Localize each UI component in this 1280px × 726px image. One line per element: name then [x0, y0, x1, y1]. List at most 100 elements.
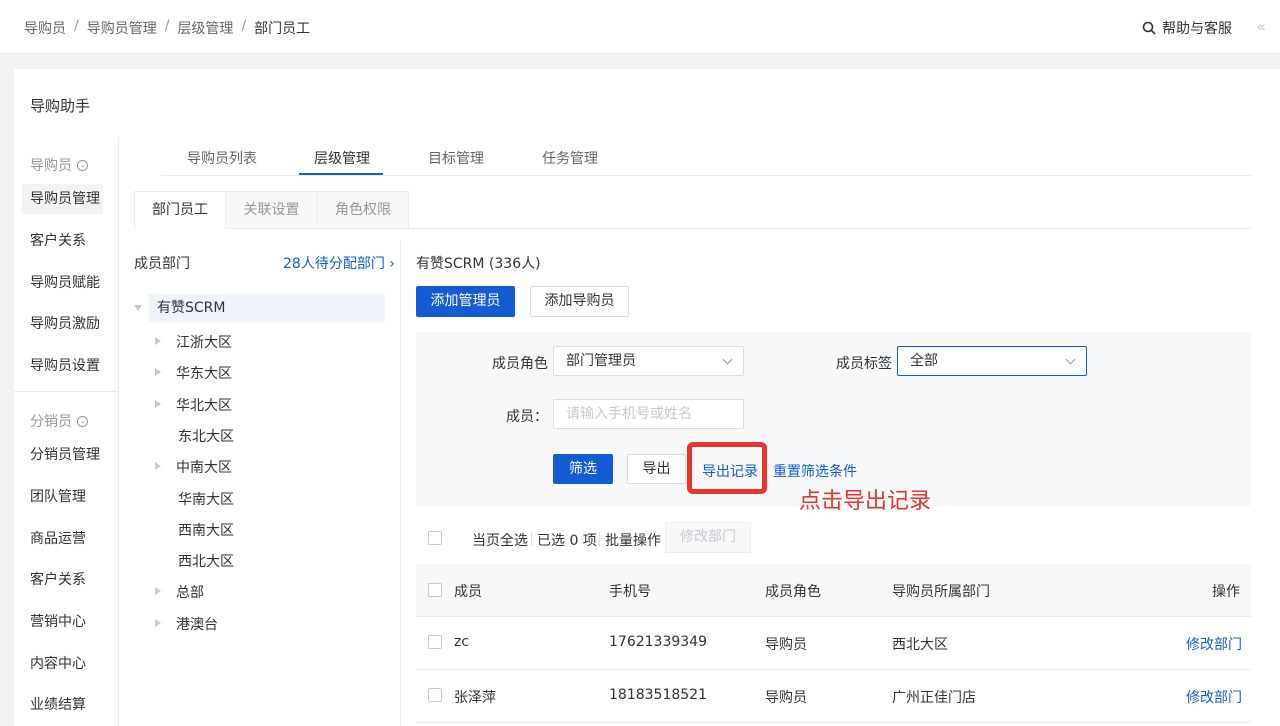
- breadcrumb-item-hierarchy[interactable]: 层级管理: [177, 18, 233, 38]
- caret-right-icon[interactable]: [155, 337, 161, 345]
- col-phone: 手机号: [609, 584, 651, 600]
- unassigned-members-link[interactable]: 28人待分配部门 ›: [283, 253, 395, 273]
- table-row: zc 17621339349 导购员 西北大区 修改部门: [416, 617, 1251, 670]
- select-page-checkbox[interactable]: [428, 531, 442, 545]
- tab-tasks[interactable]: 任务管理: [542, 148, 598, 168]
- modify-dept-link[interactable]: 修改部门: [1186, 687, 1242, 707]
- cell-member: zc: [454, 634, 470, 650]
- breadcrumb: 导购员 / 导购员管理 / 层级管理 / 部门员工: [24, 18, 310, 38]
- nav-item-customer-relations-2[interactable]: 客户关系: [22, 565, 103, 595]
- divider: [599, 532, 600, 546]
- modify-dept-link[interactable]: 修改部门: [1186, 634, 1242, 654]
- tree-node[interactable]: 港澳台: [176, 614, 218, 634]
- tab-guide-list[interactable]: 导购员列表: [187, 148, 257, 168]
- tag-select-value: 全部: [910, 353, 938, 369]
- cell-phone: 18183518521: [609, 687, 707, 703]
- top-bar: 导购员 / 导购员管理 / 层级管理 / 部门员工 帮助与客服 «: [0, 0, 1280, 54]
- breadcrumb-separator: /: [164, 18, 170, 34]
- caret-right-icon[interactable]: [155, 400, 161, 408]
- tree-node[interactable]: 东北大区: [178, 426, 234, 446]
- breadcrumb-separator: /: [241, 18, 247, 34]
- org-title: 有赞SCRM (336人): [416, 256, 541, 272]
- reset-filters-link[interactable]: 重置筛选条件: [773, 461, 857, 481]
- nav-item-performance-settlement[interactable]: 业绩结算: [22, 690, 103, 720]
- role-select[interactable]: 部门管理员: [553, 346, 744, 376]
- breadcrumb-item-guide-management[interactable]: 导购员管理: [87, 18, 157, 38]
- batch-bar: 当页全选 已选 0 项 批量操作 修改部门: [416, 522, 1251, 554]
- cell-department: 西北大区: [892, 637, 948, 653]
- tab-department-staff[interactable]: 部门员工: [134, 191, 226, 230]
- tree-node[interactable]: 华北大区: [176, 395, 232, 415]
- left-nav: 导购员 ⌄ 导购员管理 客户关系 导购员赋能 导购员激励 导购员设置 分销员 ⌄…: [14, 137, 119, 726]
- nav-divider: [14, 391, 119, 392]
- caret-right-icon[interactable]: [155, 619, 161, 627]
- col-member: 成员: [454, 584, 482, 600]
- tree-node[interactable]: 西南大区: [178, 520, 234, 540]
- chevron-down-icon: [1065, 354, 1076, 365]
- nav-item-guide-management[interactable]: 导购员管理: [22, 184, 103, 214]
- tree-node[interactable]: 华东大区: [176, 363, 232, 383]
- tab-hierarchy[interactable]: 层级管理: [314, 148, 370, 168]
- tab-targets[interactable]: 目标管理: [428, 148, 484, 168]
- cell-phone: 17621339349: [609, 634, 707, 650]
- nav-group-guide[interactable]: 导购员 ⌄: [30, 155, 88, 175]
- sub-tabs: 部门员工 关联设置 角色权限: [134, 191, 1251, 230]
- tab-association-settings[interactable]: 关联设置: [225, 191, 318, 229]
- annotation-text: 点击导出记录: [799, 489, 932, 514]
- nav-item-guide-incentive[interactable]: 导购员激励: [22, 309, 103, 339]
- cell-department: 广州正佳门店: [892, 690, 976, 706]
- row-checkbox[interactable]: [428, 688, 442, 702]
- breadcrumb-item-guide[interactable]: 导购员: [24, 18, 66, 38]
- nav-group-distributor[interactable]: 分销员 ⌄: [30, 411, 88, 431]
- member-search-input[interactable]: [553, 399, 744, 429]
- tree-node[interactable]: 西北大区: [178, 551, 234, 571]
- highlight-annotation-box: [687, 442, 767, 494]
- nav-item-content-center[interactable]: 内容中心: [22, 649, 103, 679]
- nav-group-label: 分销员: [30, 414, 72, 430]
- chevron-down-icon: ⌄: [77, 159, 88, 171]
- col-department: 导购员所属部门: [892, 584, 990, 600]
- tree-node[interactable]: 中南大区: [176, 457, 232, 477]
- table-header: 成员 手机号 成员角色 导购员所属部门 操作: [416, 564, 1251, 617]
- tab-role-permissions[interactable]: 角色权限: [317, 191, 409, 229]
- cell-role: 导购员: [765, 690, 807, 706]
- row-checkbox[interactable]: [428, 635, 442, 649]
- batch-ops-label: 批量操作: [605, 533, 661, 549]
- export-button[interactable]: 导出: [627, 454, 686, 484]
- col-actions: 操作: [1212, 584, 1240, 600]
- nav-item-product-operations[interactable]: 商品运营: [22, 524, 103, 554]
- help-label: 帮助与客服: [1162, 21, 1232, 37]
- select-page-label: 当页全选: [472, 533, 528, 549]
- caret-right-icon[interactable]: [155, 368, 161, 376]
- role-label: 成员角色: [492, 356, 548, 372]
- nav-item-guide-enablement[interactable]: 导购员赋能: [22, 268, 103, 298]
- filter-panel: 成员角色 部门管理员 成员标签 全部 成员： 筛选 导出 导出记录 重置筛选条件…: [416, 332, 1251, 514]
- col-role: 成员角色: [765, 584, 821, 600]
- caret-down-icon[interactable]: [134, 305, 142, 311]
- table-row: 张泽萍 18183518521 导购员 广州正佳门店 修改部门: [416, 670, 1251, 723]
- nav-item-team-management[interactable]: 团队管理: [22, 482, 103, 512]
- modify-dept-batch-button: 修改部门: [665, 522, 751, 553]
- breadcrumb-item-current: 部门员工: [254, 21, 311, 37]
- select-all-checkbox[interactable]: [428, 583, 442, 597]
- tree-node[interactable]: 江浙大区: [176, 332, 232, 352]
- add-admin-button[interactable]: 添加管理员: [416, 286, 515, 317]
- selected-count: 已选 0 项: [537, 533, 597, 549]
- help-button[interactable]: 帮助与客服: [1142, 18, 1232, 38]
- collapse-icon[interactable]: «: [1256, 17, 1266, 36]
- add-guide-button[interactable]: 添加导购员: [530, 286, 629, 317]
- nav-item-customer-relations[interactable]: 客户关系: [22, 226, 103, 256]
- caret-right-icon[interactable]: [155, 587, 161, 595]
- nav-item-marketing-center[interactable]: 营销中心: [22, 607, 103, 637]
- tree-node[interactable]: 华南大区: [178, 489, 234, 509]
- tag-select[interactable]: 全部: [897, 346, 1087, 376]
- nav-item-guide-settings[interactable]: 导购员设置: [22, 351, 103, 381]
- panel-divider: [400, 241, 401, 726]
- caret-right-icon[interactable]: [155, 462, 161, 470]
- tree-node-root[interactable]: 有赞SCRM: [149, 294, 385, 322]
- nav-item-distributor-management[interactable]: 分销员管理: [22, 440, 103, 470]
- search-icon: [1142, 21, 1156, 35]
- tree-node[interactable]: 总部: [176, 582, 204, 602]
- filter-button[interactable]: 筛选: [553, 454, 613, 484]
- chevron-down-icon: [722, 354, 733, 365]
